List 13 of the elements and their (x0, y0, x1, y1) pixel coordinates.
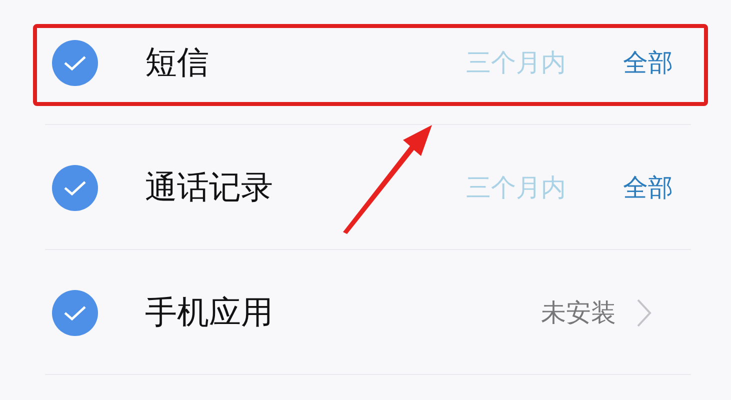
all-link[interactable]: 全部 (623, 171, 673, 204)
check-icon (63, 178, 87, 196)
status-text: 未安装 (541, 297, 616, 329)
item-title: 短信 (145, 42, 210, 82)
chevron-right-icon[interactable] (636, 298, 652, 328)
item-title: 手机应用 (145, 292, 274, 332)
checkbox[interactable] (52, 40, 98, 86)
item-title: 通话记录 (145, 166, 274, 208)
checkbox[interactable] (52, 164, 98, 210)
checkbox[interactable] (52, 290, 98, 336)
all-link[interactable]: 全部 (623, 46, 673, 79)
check-icon (63, 54, 87, 72)
check-icon (63, 304, 87, 322)
